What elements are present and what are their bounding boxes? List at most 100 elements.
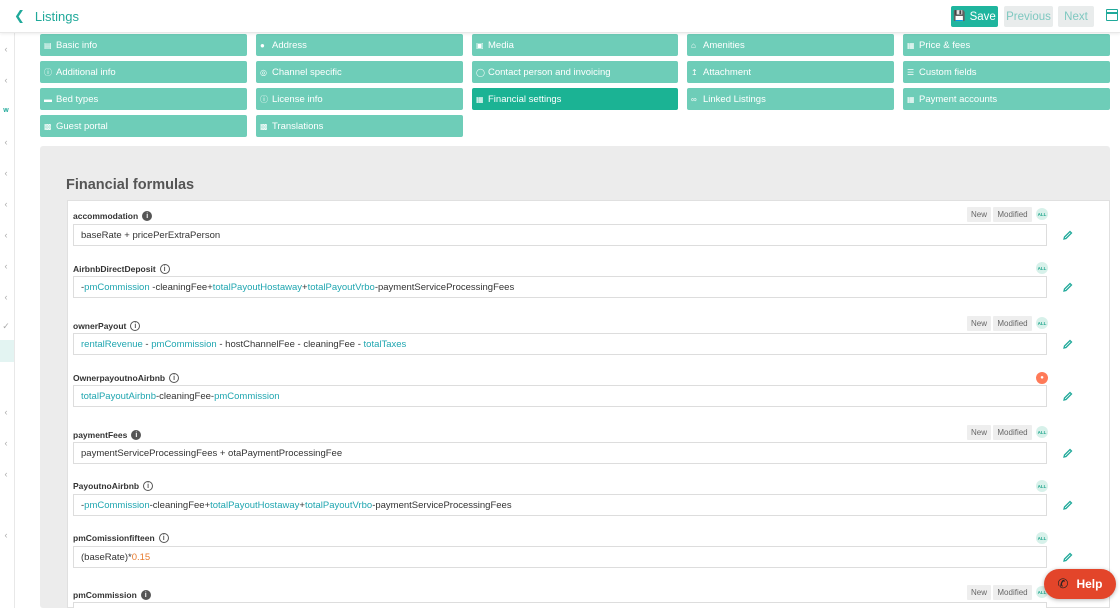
- tab-linked-listings[interactable]: ∞ Linked Listings: [687, 88, 894, 110]
- back-to-listings-link[interactable]: ❮ Listings: [14, 8, 79, 24]
- pencil-edit-icon[interactable]: [1062, 339, 1073, 350]
- formula-field[interactable]: - pmCommission -cleaningFee+ totalPayoutHo…: [73, 276, 1047, 298]
- info-circle-icon: ⓘ: [260, 94, 268, 104]
- pencil-edit-icon[interactable]: [1062, 500, 1073, 511]
- info-icon[interactable]: i: [169, 373, 180, 383]
- sidebar-item[interactable]: ‹: [1, 261, 11, 271]
- sidebar-item[interactable]: ‹: [1, 44, 11, 54]
- tab-license-info[interactable]: ⓘ License info: [256, 88, 463, 110]
- floppy-disk-icon: 💾: [953, 11, 966, 22]
- sidebar-item[interactable]: ✓: [1, 321, 11, 332]
- tag-modified: Modified: [993, 316, 1032, 331]
- formula-name: pmCommission i: [73, 590, 151, 600]
- sidebar-item[interactable]: ‹: [1, 407, 11, 417]
- pencil-edit-icon[interactable]: [1062, 552, 1073, 563]
- link-icon: ∞: [691, 94, 697, 104]
- sidebar-active-indicator: [0, 340, 14, 362]
- formula-field[interactable]: - pmCommission -cleaningFee+ totalPayoutHos…: [73, 494, 1047, 516]
- list-icon: ☰: [907, 67, 915, 77]
- channel-badge-all: ALL: [1036, 480, 1048, 492]
- tag-modified: Modified: [993, 425, 1032, 440]
- id-card-icon: ▤: [44, 40, 52, 50]
- channel-badge-all: ALL: [1036, 426, 1048, 438]
- back-label: Listings: [34, 8, 79, 24]
- tab-custom-fields[interactable]: ☰ Custom fields: [903, 61, 1110, 83]
- tab-additional-info[interactable]: ⓘ Additional info: [40, 61, 247, 83]
- info-icon[interactable]: i: [143, 481, 154, 491]
- formula-field[interactable]: totalPayoutAirbnb -cleaningFee-pmCommissi…: [73, 385, 1047, 407]
- tab-price-fees[interactable]: ▦ Price & fees: [903, 34, 1110, 56]
- info-icon[interactable]: i: [159, 264, 170, 274]
- financial-settings-panel: [40, 146, 1110, 608]
- section-title: Financial formulas: [66, 177, 195, 193]
- formula-field[interactable]: paymentServiceProcessingFees + otaPaymen…: [73, 442, 1047, 464]
- globe-icon: ◎: [260, 67, 267, 77]
- formula-name: accommodation i: [73, 211, 153, 221]
- tab-channel-specific[interactable]: ◎ Channel specific: [256, 61, 463, 83]
- sidebar-item[interactable]: ‹: [1, 469, 11, 479]
- info-icon[interactable]: i: [131, 430, 142, 440]
- tab-basic-info[interactable]: ▤ Basic info: [40, 34, 247, 56]
- info-icon[interactable]: i: [130, 321, 141, 331]
- formula-name: paymentFees i: [73, 430, 142, 440]
- formula-field[interactable]: rentalRevenue - pmCommission - hostChann…: [73, 333, 1047, 355]
- previous-button[interactable]: Previous: [1004, 6, 1053, 27]
- formula-field[interactable]: baseRate + pricePerExtraPerson: [73, 224, 1047, 246]
- sidebar-item[interactable]: ‹: [1, 438, 11, 448]
- pencil-edit-icon[interactable]: [1062, 282, 1073, 293]
- info-icon[interactable]: i: [158, 533, 169, 543]
- formula-name: pmComissionfifteen i: [73, 533, 169, 543]
- tab-attachment[interactable]: ↥ Attachment: [687, 61, 894, 83]
- tab-financial-settings[interactable]: ▦ Financial settings: [472, 88, 678, 110]
- chevron-left-icon: ❮: [14, 8, 25, 23]
- tag-modified: Modified: [993, 585, 1032, 600]
- pencil-edit-icon[interactable]: [1062, 230, 1073, 241]
- info-icon[interactable]: i: [140, 590, 151, 600]
- tag-modified: Modified: [993, 207, 1032, 222]
- pencil-edit-icon[interactable]: [1062, 391, 1073, 402]
- info-circle-icon: ⓘ: [44, 67, 52, 77]
- tag-new: New: [967, 316, 991, 331]
- tab-address[interactable]: ● Address: [256, 34, 463, 56]
- info-icon[interactable]: i: [142, 211, 153, 221]
- sidebar-item[interactable]: ‹: [1, 230, 11, 240]
- tag-new: New: [967, 585, 991, 600]
- pencil-edit-icon[interactable]: [1062, 448, 1073, 459]
- camera-icon: ▣: [476, 40, 484, 50]
- bed-icon: ▬: [44, 94, 52, 104]
- tag-new: New: [967, 425, 991, 440]
- sidebar-item[interactable]: ‹: [1, 292, 11, 302]
- channel-badge-all: ALL: [1036, 317, 1048, 329]
- tab-amenities[interactable]: ⌂ Amenities: [687, 34, 894, 56]
- formula-field[interactable]: (baseRate)* 0.15: [73, 546, 1047, 568]
- sidebar-item[interactable]: ‹: [1, 530, 11, 540]
- channel-badge-all: ALL: [1036, 208, 1048, 220]
- top-bar: ❮ Listings 💾 Save Previous Next: [0, 0, 1120, 33]
- language-icon: ▩: [260, 121, 268, 131]
- calendar-icon[interactable]: [1106, 9, 1118, 21]
- tab-contact-person[interactable]: ◯ Contact person and invoicing: [472, 61, 678, 83]
- sidebar-item[interactable]: w: [1, 107, 11, 114]
- save-label: Save: [969, 10, 996, 23]
- formula-name: ownerPayout i: [73, 321, 141, 331]
- briefcase-icon: ▩: [44, 121, 52, 131]
- channel-badge-all: ALL: [1036, 532, 1048, 544]
- user-icon: ◯: [476, 67, 485, 77]
- home-icon: ⌂: [691, 40, 696, 50]
- sidebar-item[interactable]: ‹: [1, 199, 11, 209]
- formula-name: AirbnbDirectDeposit i: [73, 264, 170, 274]
- tab-bed-types[interactable]: ▬ Bed types: [40, 88, 247, 110]
- formula-name: OwnerpayoutnoAirbnb i: [73, 373, 180, 383]
- sidebar-item[interactable]: ‹: [1, 137, 11, 147]
- left-sidebar: ‹ ‹ w ‹ ‹ ‹ ‹ ‹ ‹ ✓ ‹ ‹ ‹ ‹: [0, 33, 15, 608]
- next-button[interactable]: Next: [1058, 6, 1094, 27]
- save-button[interactable]: 💾 Save: [951, 6, 998, 27]
- sidebar-item[interactable]: ‹: [1, 168, 11, 178]
- tab-media[interactable]: ▣ Media: [472, 34, 678, 56]
- tab-guest-portal[interactable]: ▩ Guest portal: [40, 115, 247, 137]
- sidebar-item[interactable]: ‹: [1, 75, 11, 85]
- formula-field[interactable]: [73, 602, 1047, 608]
- help-button[interactable]: ✆ Help: [1044, 569, 1116, 599]
- tab-translations[interactable]: ▩ Translations: [256, 115, 463, 137]
- tab-payment-accounts[interactable]: ▦ Payment accounts: [903, 88, 1110, 110]
